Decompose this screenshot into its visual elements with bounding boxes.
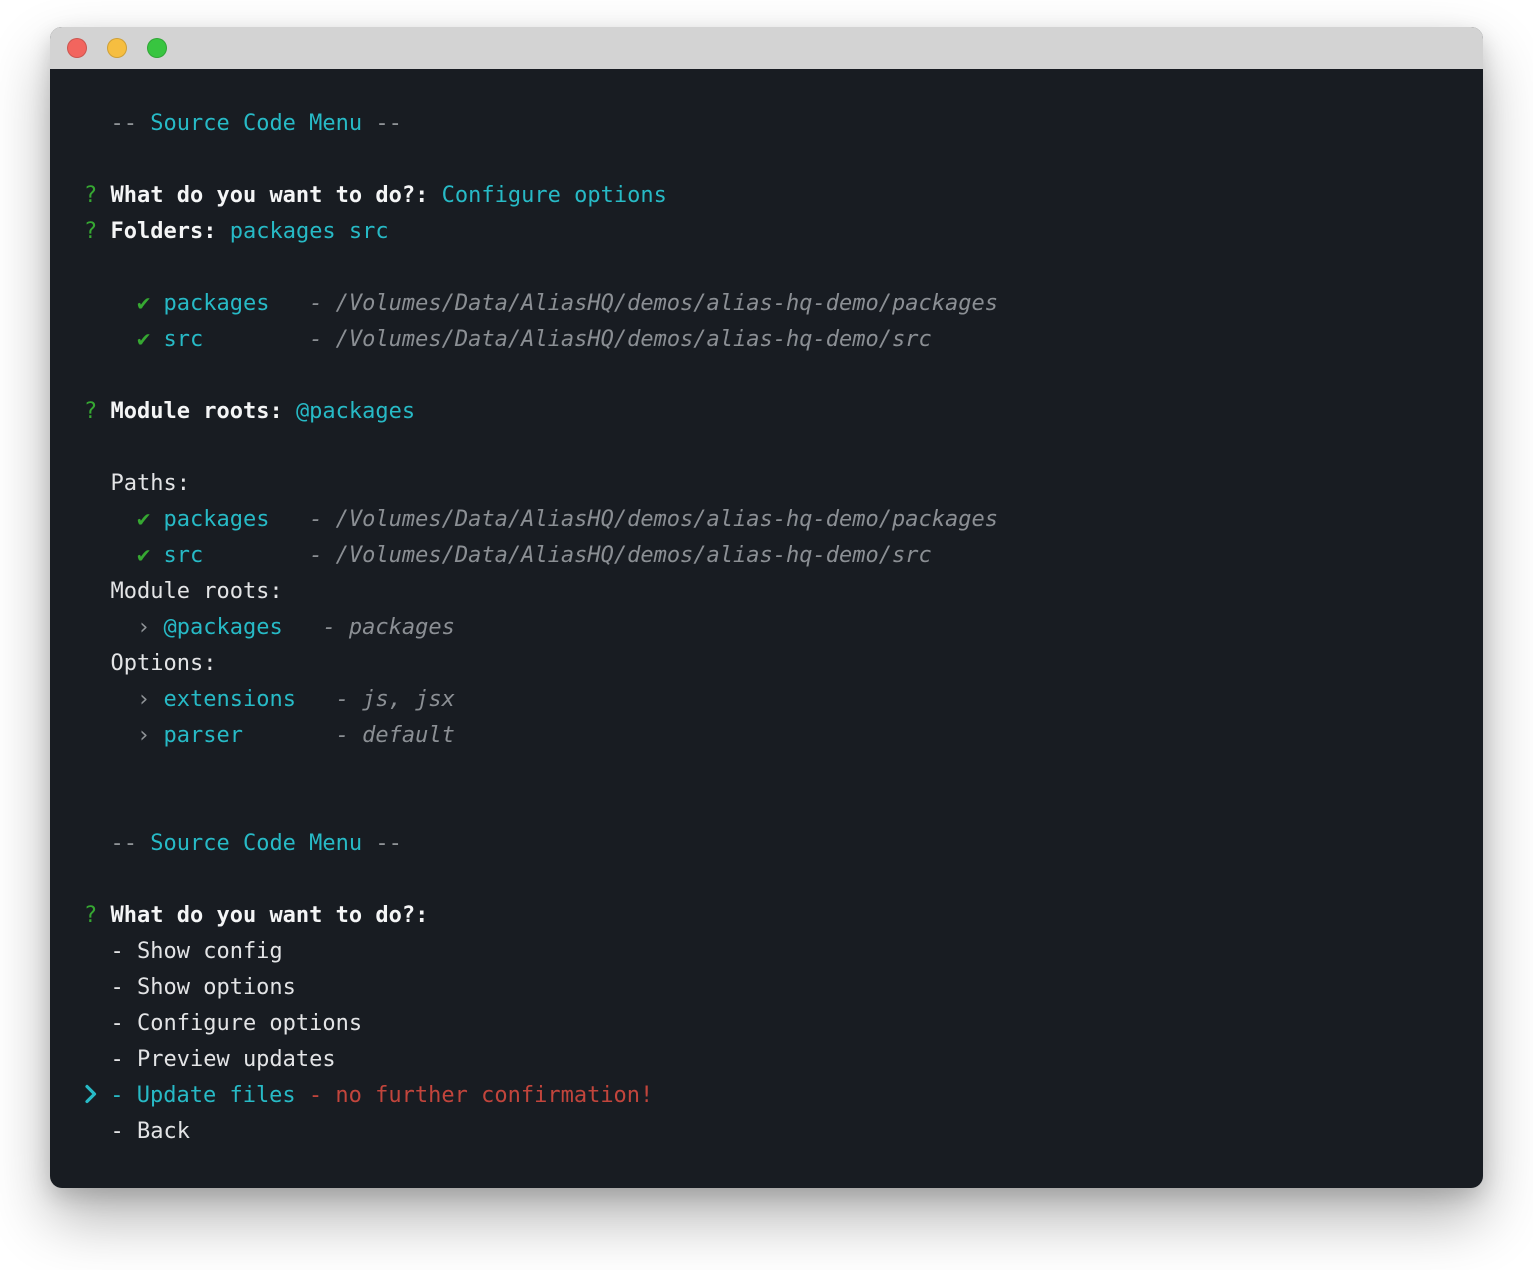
- question-label: What do you want to do?:: [111, 183, 442, 208]
- terminal-window: -- Source Code Menu -- ? What do you wan…: [50, 27, 1483, 1188]
- question-label: Module roots:: [111, 399, 296, 424]
- option-value: - js, jsx: [296, 687, 455, 712]
- folder-name: src: [163, 327, 203, 352]
- question-prompt-icon: ?: [84, 399, 111, 424]
- prompt-line-module-roots: ? Module roots: @packages: [84, 394, 1453, 430]
- menu-item-preview-updates[interactable]: - Preview updates: [84, 1042, 1453, 1078]
- header-dashes-left: --: [84, 831, 150, 856]
- prompt-line-action: ? What do you want to do?: Configure opt…: [84, 178, 1453, 214]
- menu-item-label: - Preview updates: [84, 1047, 336, 1072]
- prompt-line-action-active: ? What do you want to do?:: [84, 898, 1453, 934]
- menu-item-back[interactable]: - Back: [84, 1114, 1453, 1150]
- module-root-name: @packages: [163, 615, 282, 640]
- question-prompt-icon: ?: [84, 183, 111, 208]
- folder-name: packages: [163, 291, 269, 316]
- blank-line: [84, 430, 1453, 466]
- close-button[interactable]: [67, 38, 87, 58]
- question-answer: packages src: [230, 219, 389, 244]
- bullet-chevron-icon: ›: [84, 615, 163, 640]
- options-label: Options:: [84, 651, 216, 676]
- bullet-chevron-icon: ›: [84, 723, 163, 748]
- check-icon: ✔: [84, 291, 163, 316]
- menu-item-label: - Update files: [97, 1083, 309, 1108]
- option-entry-line: › extensions - js, jsx: [84, 682, 1453, 718]
- folder-path: - /Volumes/Data/AliasHQ/demos/alias-hq-d…: [203, 327, 931, 352]
- folder-name: src: [163, 543, 203, 568]
- blank-line: [84, 862, 1453, 898]
- menu-item-show-config[interactable]: - Show config: [84, 934, 1453, 970]
- option-entry-line: › parser - default: [84, 718, 1453, 754]
- blank-line: [84, 250, 1453, 286]
- window-titlebar[interactable]: [50, 27, 1483, 69]
- blank-line: [84, 358, 1453, 394]
- menu-item-label: - Configure options: [84, 1011, 362, 1036]
- menu-item-warning: - no further confirmation!: [309, 1083, 653, 1108]
- header-dashes-left: --: [84, 111, 150, 136]
- check-icon: ✔: [84, 507, 163, 532]
- header-dashes-right: --: [362, 111, 402, 136]
- menu-header-line: -- Source Code Menu --: [84, 826, 1453, 862]
- module-root-value: - packages: [283, 615, 455, 640]
- terminal-content: -- Source Code Menu -- ? What do you wan…: [50, 69, 1483, 1150]
- question-label: What do you want to do?:: [111, 903, 429, 928]
- folder-path: - /Volumes/Data/AliasHQ/demos/alias-hq-d…: [203, 543, 931, 568]
- folder-name: packages: [163, 507, 269, 532]
- menu-item-configure-options[interactable]: - Configure options: [84, 1006, 1453, 1042]
- menu-header-line: -- Source Code Menu --: [84, 106, 1453, 142]
- minimize-button[interactable]: [107, 38, 127, 58]
- path-entry-line: ✔ packages - /Volumes/Data/AliasHQ/demos…: [84, 502, 1453, 538]
- check-icon: ✔: [84, 543, 163, 568]
- zoom-button[interactable]: [147, 38, 167, 58]
- blank-line: [84, 790, 1453, 826]
- module-roots-label: Module roots:: [84, 579, 283, 604]
- menu-title: Source Code Menu: [150, 831, 362, 856]
- check-icon: ✔: [84, 327, 163, 352]
- paths-label: Paths:: [84, 471, 190, 496]
- module-root-entry-line: › @packages - packages: [84, 610, 1453, 646]
- config-section-label: Paths:: [84, 466, 1453, 502]
- menu-item-show-options[interactable]: - Show options: [84, 970, 1453, 1006]
- blank-line: [84, 754, 1453, 790]
- prompt-line-folders: ? Folders: packages src: [84, 214, 1453, 250]
- menu-title: Source Code Menu: [150, 111, 362, 136]
- path-entry-line: ✔ src - /Volumes/Data/AliasHQ/demos/alia…: [84, 538, 1453, 574]
- question-prompt-icon: ?: [84, 219, 111, 244]
- menu-item-label: - Back: [84, 1119, 190, 1144]
- folder-path: - /Volumes/Data/AliasHQ/demos/alias-hq-d…: [269, 291, 997, 316]
- option-name: extensions: [163, 687, 295, 712]
- folder-path: - /Volumes/Data/AliasHQ/demos/alias-hq-d…: [269, 507, 997, 532]
- header-dashes-right: --: [362, 831, 402, 856]
- blank-line: [84, 142, 1453, 178]
- question-answer: Configure options: [442, 183, 667, 208]
- config-section-label: Module roots:: [84, 574, 1453, 610]
- config-section-label: Options:: [84, 646, 1453, 682]
- path-entry-line: ✔ packages - /Volumes/Data/AliasHQ/demos…: [84, 286, 1453, 322]
- menu-item-update-files-selected[interactable]: - Update files - no further confirmation…: [84, 1078, 1453, 1114]
- selection-pointer-icon: [84, 1084, 97, 1104]
- question-answer: @packages: [296, 399, 415, 424]
- option-value: - default: [243, 723, 455, 748]
- option-name: parser: [163, 723, 242, 748]
- path-entry-line: ✔ src - /Volumes/Data/AliasHQ/demos/alia…: [84, 322, 1453, 358]
- question-prompt-icon: ?: [84, 903, 111, 928]
- menu-item-label: - Show options: [84, 975, 296, 1000]
- question-label: Folders:: [111, 219, 230, 244]
- menu-item-label: - Show config: [84, 939, 283, 964]
- bullet-chevron-icon: ›: [84, 687, 163, 712]
